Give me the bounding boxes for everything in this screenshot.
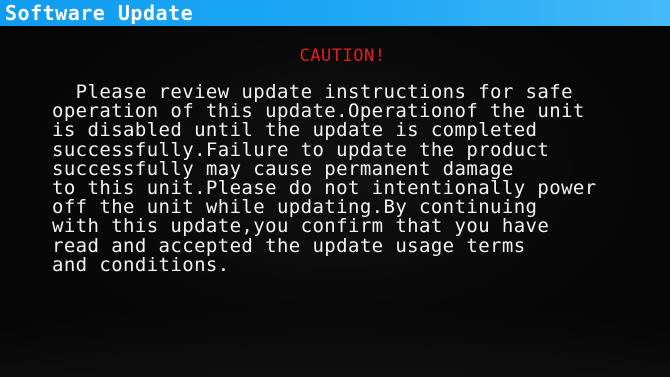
- message-line: successfully.Failure to update the produ…: [52, 138, 550, 161]
- window-title: Software Update: [5, 1, 194, 25]
- message-line: with this update,you confirm that you ha…: [52, 215, 550, 238]
- title-bar: Software Update: [0, 0, 670, 26]
- screen-glare: [0, 307, 670, 377]
- caution-heading: CAUTION!: [299, 46, 386, 66]
- warning-message: Please review update instructions for sa…: [52, 82, 667, 276]
- message-line: and conditions.: [52, 253, 230, 276]
- message-line: read and accepted the update usage terms: [52, 234, 526, 257]
- message-line: is disabled until the update is complete…: [52, 119, 538, 142]
- update-screen: Software Update CAUTION! Please review u…: [0, 0, 670, 377]
